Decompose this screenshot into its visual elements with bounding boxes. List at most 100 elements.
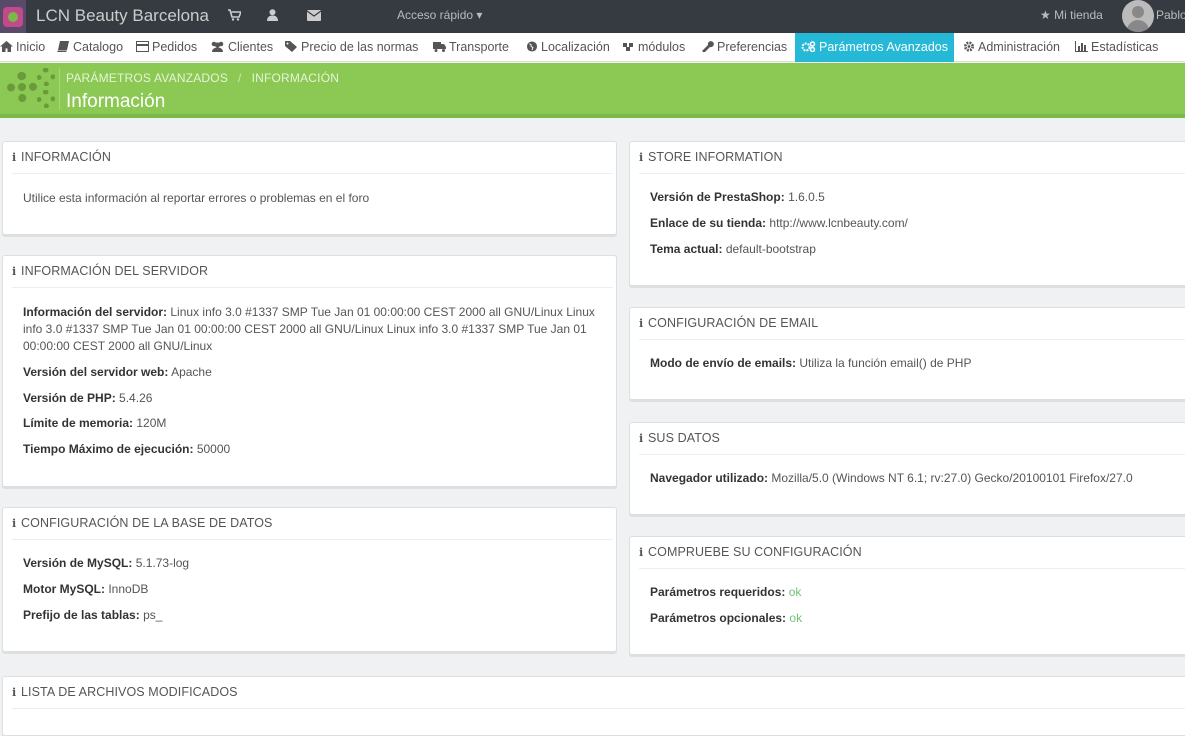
shop-url-link[interactable]: http://www.lcnbeauty.com/	[769, 216, 908, 230]
nav-item-localizacion[interactable]: Localización	[526, 33, 610, 62]
panel-title: INFORMACIÓN	[21, 150, 111, 164]
row-value: 5.1.73-log	[135, 556, 190, 570]
panel-title: COMPRUEBE SU CONFIGURACIÓN	[648, 545, 862, 559]
nav-item-inicio[interactable]: Inicio	[0, 33, 45, 62]
header-divider	[59, 68, 60, 110]
row-label: Límite de memoria:	[23, 416, 134, 430]
optional-params-row: Parámetros opcionales: ok	[650, 610, 1178, 627]
mysql-version-row: Versión de MySQL: 5.1.73-log	[23, 555, 596, 572]
cog-icon	[963, 41, 975, 52]
cogs-icon	[801, 41, 816, 52]
row-label: Versión de MySQL:	[23, 556, 133, 570]
avatar[interactable]	[1122, 0, 1154, 32]
credit-card-icon	[136, 41, 149, 52]
web-server-row: Versión del servidor web: Apache	[23, 364, 596, 381]
server-info-row: Información del servidor: Linux info 3.0…	[23, 304, 596, 355]
nav-item-transporte[interactable]: Transporte	[433, 33, 509, 62]
nav-item-pedidos[interactable]: Pedidos	[136, 33, 197, 62]
breadcrumb-item[interactable]: PARÁMETROS AVANZADOS	[66, 71, 228, 85]
info-icon: i	[12, 686, 17, 699]
user-icon[interactable]	[267, 9, 278, 24]
info-icon: i	[12, 265, 17, 278]
row-label: Motor MySQL:	[23, 582, 105, 596]
status-ok: ok	[788, 585, 802, 599]
nav-item-label: Preferencias	[717, 40, 788, 54]
row-value: 1.6.0.5	[788, 190, 825, 204]
panel-heading: i LISTA DE ARCHIVOS MODIFICADOS	[12, 685, 1185, 709]
panel-heading: i STORE INFORMATION	[639, 150, 1185, 174]
panel-heading: i COMPRUEBE SU CONFIGURACIÓN	[639, 545, 1185, 569]
row-value: Mozilla/5.0 (Windows NT 6.1; rv:27.0) Ge…	[771, 471, 1133, 485]
panel-heading: i INFORMACIÓN	[12, 150, 613, 174]
top-bar: LCN Beauty Barcelona Acceso rápido ▾ ★ M…	[0, 0, 1185, 33]
nav-item-label: módulos	[638, 40, 686, 54]
wrench-icon	[702, 41, 714, 52]
nav-item-estadisticas[interactable]: Estadísticas	[1075, 33, 1158, 62]
row-label: Parámetros opcionales:	[650, 611, 787, 625]
book-icon	[57, 41, 69, 52]
panel-title: SUS DATOS	[648, 431, 720, 445]
cart-icon[interactable]	[228, 9, 243, 24]
row-value: 120M	[136, 416, 167, 430]
email-mode-row: Modo de envío de emails: Utiliza la func…	[650, 355, 1178, 372]
shop-name[interactable]: LCN Beauty Barcelona	[36, 6, 209, 26]
nav-item-label: Administración	[978, 40, 1060, 54]
nav-item-label: Parámetros Avanzados	[819, 40, 949, 54]
main-nav: Inicio Catalogo Pedidos Clientes Precio …	[0, 33, 1185, 62]
quick-access-dropdown[interactable]: Acceso rápido ▾	[397, 8, 482, 22]
nav-item-clientes[interactable]: Clientes	[210, 33, 273, 62]
row-label: Tema actual:	[650, 242, 723, 256]
row-label: Tiempo Máximo de ejecución:	[23, 442, 194, 456]
row-label: Modo de envío de emails:	[650, 356, 797, 370]
panel-title: STORE INFORMATION	[648, 150, 783, 164]
nav-item-label: Localización	[541, 40, 610, 54]
shop-logo[interactable]	[0, 0, 26, 33]
status-ok: ok	[789, 611, 803, 625]
panel-heading: i CONFIGURACIÓN DE LA BASE DE DATOS	[12, 516, 613, 540]
panel-servidor: i INFORMACIÓN DEL SERVIDOR Información de…	[2, 255, 617, 487]
mysql-engine-row: Motor MySQL: InnoDB	[23, 581, 596, 598]
logo-icon	[3, 7, 23, 27]
row-label: Información del servidor:	[23, 305, 168, 319]
panel-text: Utilice esta información al reportar err…	[23, 191, 370, 205]
breadcrumb-separator: /	[238, 71, 242, 85]
row-label: Parámetros requeridos:	[650, 585, 786, 599]
panel-title: LISTA DE ARCHIVOS MODIFICADOS	[21, 685, 238, 699]
breadcrumb-item[interactable]: INFORMACIÓN	[252, 71, 340, 85]
nav-item-administracion[interactable]: Administración	[963, 33, 1060, 62]
theme-row: Tema actual: default-bootstrap	[650, 241, 1178, 258]
globe-icon	[526, 41, 538, 52]
nav-item-label: Pedidos	[152, 40, 198, 54]
nav-item-catalogo[interactable]: Catalogo	[57, 33, 123, 62]
star-icon: ★	[1040, 8, 1051, 22]
nav-item-precio-normas[interactable]: Precio de las normas	[285, 33, 418, 62]
info-icon: i	[639, 546, 644, 559]
row-value: ps_	[143, 608, 163, 622]
breadcrumb: PARÁMETROS AVANZADOS / INFORMACIÓN	[66, 71, 339, 85]
row-label: Navegador utilizado:	[650, 471, 769, 485]
row-value: InnoDB	[108, 582, 149, 596]
php-version-row: Versión de PHP: 5.4.26	[23, 390, 596, 407]
my-shop-label: Mi tienda	[1054, 8, 1103, 22]
prestashop-version-row: Versión de PrestaShop: 1.6.0.5	[650, 189, 1178, 206]
row-label: Versión del servidor web:	[23, 365, 169, 379]
row-label: Versión de PrestaShop:	[650, 190, 785, 204]
bar-chart-icon	[1075, 41, 1088, 52]
nav-item-label: Estadísticas	[1091, 40, 1159, 54]
panel-heading: i SUS DATOS	[639, 431, 1185, 455]
nav-item-parametros-avanzados[interactable]: Parámetros Avanzados	[795, 33, 955, 62]
envelope-icon[interactable]	[306, 9, 322, 24]
row-value: default-bootstrap	[725, 242, 816, 256]
page-title: Información	[66, 91, 166, 112]
panel-title: CONFIGURACIÓN DE LA BASE DE DATOS	[21, 516, 273, 530]
puzzle-icon	[623, 43, 633, 51]
cogs-icon	[7, 68, 57, 110]
my-shop-link[interactable]: ★ Mi tienda	[1040, 8, 1103, 22]
username[interactable]: Pablo	[1156, 8, 1185, 22]
nav-item-label: Clientes	[228, 40, 274, 54]
nav-item-preferencias[interactable]: Preferencias	[701, 33, 787, 62]
home-icon	[0, 41, 13, 52]
panel-sus-datos: i SUS DATOS Navegador utilizado: Mozilla/…	[629, 422, 1185, 515]
info-icon: i	[12, 151, 17, 164]
nav-item-modulos[interactable]: módulos	[622, 33, 685, 62]
